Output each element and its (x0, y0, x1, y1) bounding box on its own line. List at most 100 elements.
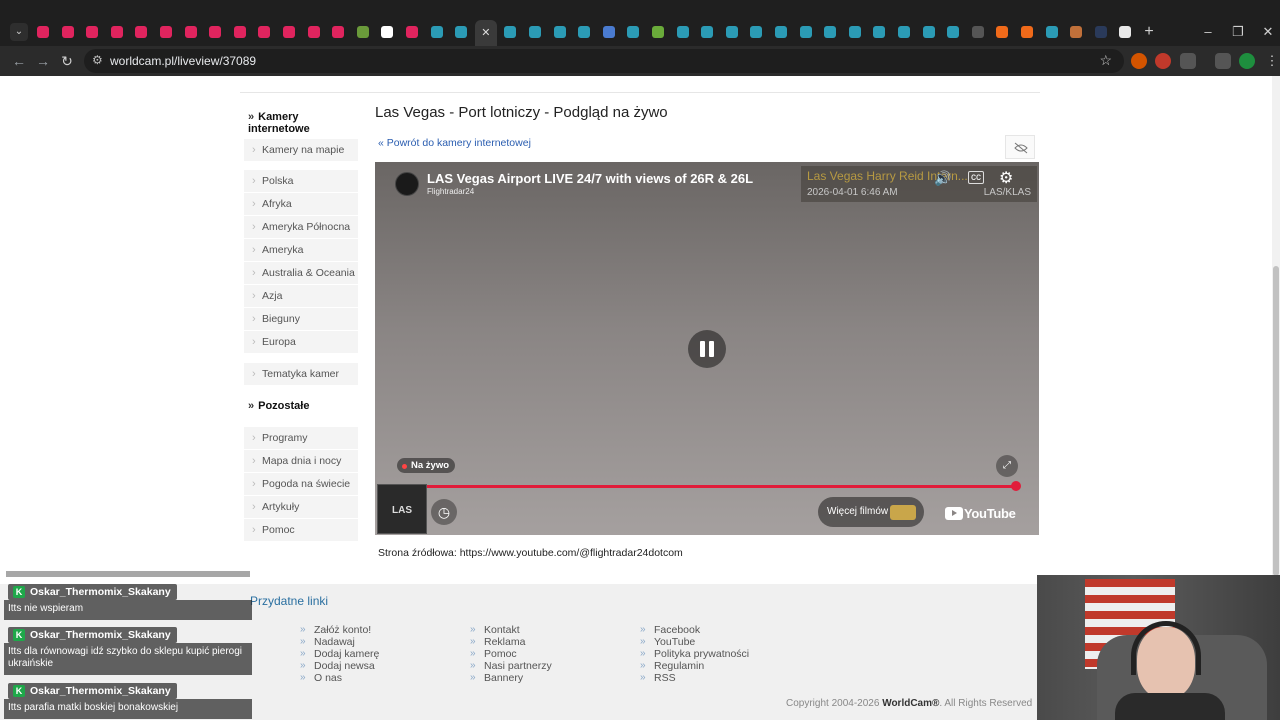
browser-tab[interactable] (672, 23, 694, 41)
sidebar-item-africa[interactable]: Afryka (244, 193, 358, 215)
footer-link-contact[interactable]: Kontakt (470, 624, 552, 636)
sidebar-item-articles[interactable]: Artykuły (244, 496, 358, 518)
scrollbar-thumb[interactable] (1273, 266, 1279, 576)
browser-tab[interactable] (844, 23, 866, 41)
browser-tab[interactable] (352, 23, 374, 41)
volume-icon[interactable]: 🔊 (934, 170, 951, 187)
browser-tab[interactable] (1114, 23, 1136, 41)
browser-tab[interactable] (868, 23, 890, 41)
browser-tab[interactable] (130, 23, 152, 41)
browser-tab[interactable] (499, 23, 521, 41)
browser-tab[interactable] (180, 23, 202, 41)
browser-tab[interactable] (549, 23, 571, 41)
browser-tab[interactable] (376, 23, 398, 41)
reload-icon[interactable]: ↻ (57, 52, 77, 70)
browser-tab[interactable]: ✕ (474, 20, 497, 46)
footer-link-facebook[interactable]: Facebook (640, 624, 749, 636)
extension-icon[interactable] (1131, 53, 1147, 69)
browser-tab[interactable] (967, 23, 989, 41)
sidebar-item-poland[interactable]: Polska (244, 170, 358, 192)
sidebar-item-map[interactable]: Kamery na mapie (244, 139, 358, 161)
browser-tab[interactable] (795, 23, 817, 41)
browser-tab[interactable] (622, 23, 644, 41)
browser-tab[interactable] (450, 23, 472, 41)
blocker-extension-icon[interactable] (1155, 53, 1171, 69)
pause-button[interactable] (688, 330, 726, 368)
captions-icon[interactable]: cc (968, 171, 984, 184)
sidebar-item-day-night-map[interactable]: Mapa dnia i nocy (244, 450, 358, 472)
footer-link-add-news[interactable]: Dodaj newsa (300, 660, 379, 672)
browser-tab[interactable] (155, 23, 177, 41)
video-thumbnail[interactable]: LAS (377, 484, 427, 534)
restore-icon[interactable]: ❐ (1228, 23, 1248, 41)
sidebar-item-north-america[interactable]: Ameryka Północna (244, 216, 358, 238)
browser-tab[interactable] (721, 23, 743, 41)
footer-link-terms[interactable]: Regulamin (640, 660, 749, 672)
browser-tab[interactable] (278, 23, 300, 41)
browser-tab[interactable] (57, 23, 79, 41)
browser-tab[interactable] (1016, 23, 1038, 41)
sidebar-item-asia[interactable]: Azja (244, 285, 358, 307)
sidebar-item-programs[interactable]: Programy (244, 427, 358, 449)
address-bar[interactable]: ⚙ worldcam.pl/liveview/37089 ☆ (84, 49, 1124, 73)
browser-tab[interactable] (204, 23, 226, 41)
browser-tab[interactable] (1090, 23, 1112, 41)
hide-overlay-button[interactable] (1005, 135, 1035, 159)
browser-tab[interactable] (253, 23, 275, 41)
video-title[interactable]: LAS Vegas Airport LIVE 24/7 with views o… (427, 171, 753, 186)
browser-tab[interactable] (598, 23, 620, 41)
footer-link-create-account[interactable]: Załóż konto! (300, 624, 379, 636)
browser-tab[interactable] (1041, 23, 1063, 41)
footer-link-privacy[interactable]: Polityka prywatności (640, 648, 749, 660)
sidebar-item-weather[interactable]: Pogoda na świecie (244, 473, 358, 495)
footer-link-about[interactable]: O nas (300, 672, 379, 684)
browser-tab[interactable] (918, 23, 940, 41)
source-link[interactable]: Strona źródłowa: https://www.youtube.com… (378, 547, 683, 559)
browser-tab[interactable] (81, 23, 103, 41)
browser-tab[interactable] (745, 23, 767, 41)
video-player[interactable]: LAS Vegas Airport LIVE 24/7 with views o… (375, 162, 1039, 535)
back-to-camera-link[interactable]: « Powrót do kamery internetowej (378, 137, 531, 149)
new-tab-button[interactable]: + (1141, 23, 1157, 41)
footer-link-partners[interactable]: Nasi partnerzy (470, 660, 552, 672)
footer-link-help[interactable]: Pomoc (470, 648, 552, 660)
footer-link-banners[interactable]: Bannery (470, 672, 552, 684)
media-control-icon[interactable] (1215, 53, 1231, 69)
profile-avatar[interactable] (1239, 53, 1255, 69)
sidebar-item-australia[interactable]: Australia & Oceania (244, 262, 358, 284)
sidebar-item-topics[interactable]: Tematyka kamer (244, 363, 358, 385)
forward-arrow-icon[interactable]: → (33, 52, 53, 70)
sidebar-item-south-america[interactable]: Ameryka Południowa (244, 239, 358, 278)
minimize-icon[interactable]: – (1198, 23, 1218, 41)
more-videos-button[interactable]: Więcej filmów (818, 497, 924, 527)
browser-tab[interactable] (229, 23, 251, 41)
footer-link-youtube[interactable]: YouTube (640, 636, 749, 648)
browser-tab[interactable] (1065, 23, 1087, 41)
footer-link-rss[interactable]: RSS (640, 672, 749, 684)
live-badge[interactable]: Na żywo (397, 458, 456, 473)
menu-kebab-icon[interactable]: ⋮ (1264, 53, 1280, 69)
browser-tab[interactable] (32, 23, 54, 41)
fullscreen-icon[interactable]: ⤢ (996, 455, 1018, 477)
browser-tab[interactable] (770, 23, 792, 41)
browser-tab[interactable] (327, 23, 349, 41)
sidebar-heading-cameras[interactable]: » Kamery internetowe (248, 111, 358, 135)
progress-scrubber[interactable] (1011, 481, 1021, 491)
youtube-logo[interactable]: YouTube (945, 505, 1016, 523)
sidebar-item-help[interactable]: Pomoc (244, 519, 358, 541)
sidebar-item-europe[interactable]: Europa (244, 331, 358, 353)
bookmark-star-icon[interactable]: ☆ (1099, 52, 1112, 69)
browser-tab[interactable] (991, 23, 1013, 41)
video-channel-name[interactable]: Flightradar24 (427, 187, 474, 196)
browser-tab[interactable] (573, 23, 595, 41)
footer-link-advertising[interactable]: Reklama (470, 636, 552, 648)
browser-tab[interactable] (942, 23, 964, 41)
watch-later-clock-icon[interactable]: ◷ (431, 499, 457, 525)
tab-search-button[interactable]: ⌄ (10, 23, 28, 41)
browser-tab[interactable] (303, 23, 325, 41)
page-scrollbar[interactable] (1272, 76, 1280, 576)
browser-tab[interactable] (893, 23, 915, 41)
extensions-puzzle-icon[interactable] (1180, 53, 1196, 69)
browser-tab[interactable] (696, 23, 718, 41)
sidebar-item-poles[interactable]: Bieguny (244, 308, 358, 330)
